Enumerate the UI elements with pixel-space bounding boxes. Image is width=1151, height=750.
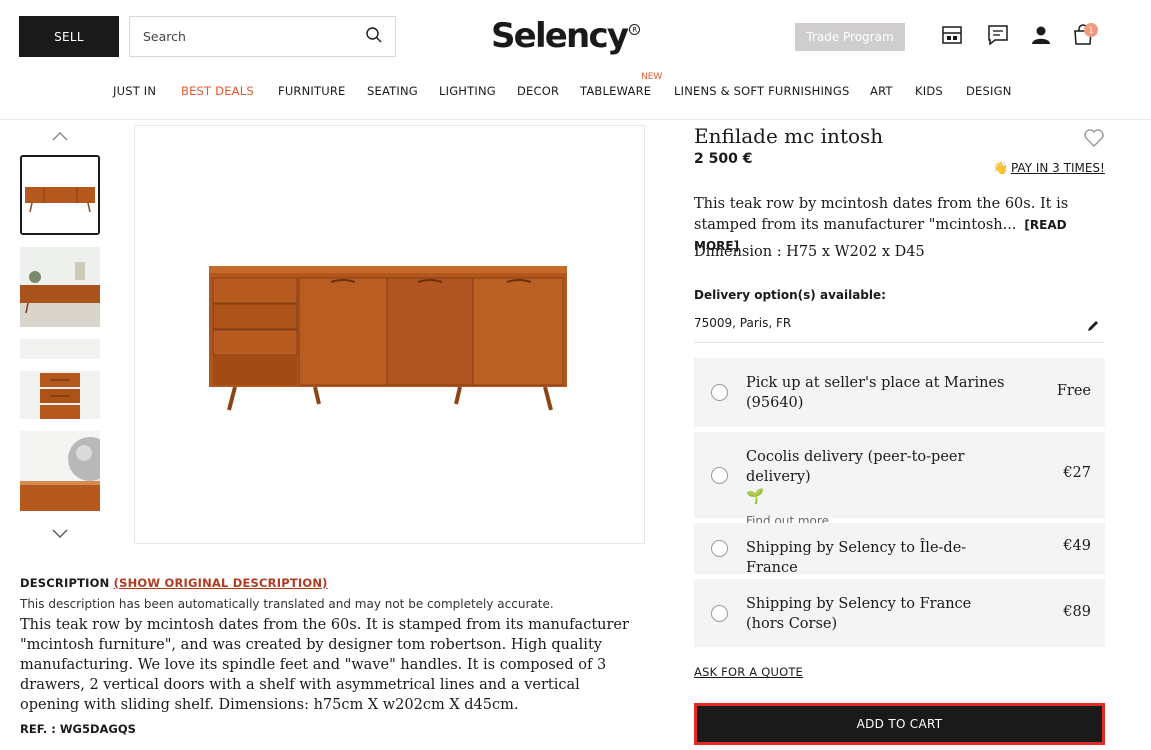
registered-icon: R	[629, 24, 641, 35]
search-icon[interactable]	[365, 26, 383, 48]
option-label: Pick up at seller's place at Marines (95…	[746, 375, 1005, 411]
option-label: Shipping by Selency to France (hors Cors…	[746, 596, 972, 632]
nav-kids[interactable]: KIDS	[915, 84, 943, 98]
pay-in-3-link[interactable]: 👋 PAY IN 3 TIMES!	[993, 161, 1105, 175]
delivery-option-idf[interactable]: Shipping by Selency to Île-de-France €49	[694, 523, 1105, 576]
radio-button[interactable]	[711, 384, 728, 401]
description-heading: DESCRIPTION (SHOW ORIGINAL DESCRIPTION)	[20, 576, 328, 590]
delivery-option-france[interactable]: Shipping by Selency to France (hors Cors…	[694, 579, 1105, 647]
option-label: Cocolis delivery (peer-to-peer delivery)	[746, 449, 965, 485]
search-bar	[129, 16, 396, 57]
nav-linens[interactable]: LINENS & SOFT FURNISHINGS	[674, 84, 849, 98]
nav-lighting[interactable]: LIGHTING	[439, 84, 496, 98]
gallery-down-arrow-icon[interactable]	[50, 526, 70, 540]
sell-button[interactable]: SELL	[19, 16, 119, 57]
delivery-title: Delivery option(s) available:	[694, 288, 886, 302]
logo[interactable]: Selency R	[491, 14, 641, 58]
main-nav: JUST IN BEST DEALS FURNITURE SEATING LIG…	[0, 84, 1151, 104]
option-cost: Free	[1056, 383, 1091, 399]
seedling-icon: 🌱	[746, 489, 765, 505]
option-cost: €49	[1063, 538, 1091, 554]
description-body: This teak row by mcintosh dates from the…	[20, 617, 629, 713]
ask-quote-link[interactable]: ASK FOR A QUOTE	[694, 665, 803, 679]
delivery-option-cocolis[interactable]: Cocolis delivery (peer-to-peer delivery)…	[694, 432, 1105, 528]
logo-text: Selency	[491, 16, 629, 56]
nav-just-in[interactable]: JUST IN	[113, 84, 156, 98]
nav-tableware[interactable]: TABLEWARE	[580, 84, 651, 98]
gallery-up-arrow-icon[interactable]	[50, 128, 70, 142]
summary-text: This teak row by mcintosh dates from the…	[694, 196, 1069, 233]
product-dimension: Dimension : H75 x W202 x D45	[694, 244, 925, 260]
option-label-group: Cocolis delivery (peer-to-peer delivery)…	[746, 447, 1016, 531]
nav-design[interactable]: DESIGN	[966, 84, 1012, 98]
description-title: DESCRIPTION	[20, 576, 110, 590]
product-reference: REF. : WG5DAGQS	[20, 722, 136, 736]
radio-button[interactable]	[711, 467, 728, 484]
translation-note: This description has been automatically …	[20, 597, 554, 611]
gallery-thumbnail[interactable]	[20, 339, 100, 419]
pay-in-3-label: PAY IN 3 TIMES!	[1010, 161, 1105, 175]
gallery-thumbnail[interactable]	[20, 155, 100, 235]
add-to-cart-button[interactable]: ADD TO CART	[694, 703, 1105, 745]
gallery-thumbnail[interactable]	[20, 431, 100, 511]
trade-program-button[interactable]: Trade Program	[795, 23, 905, 51]
product-title: Enfilade mc intosh	[694, 124, 884, 148]
new-badge: NEW	[641, 72, 663, 82]
radio-button[interactable]	[711, 605, 728, 622]
location-divider	[694, 342, 1105, 343]
product-main-image[interactable]	[134, 125, 645, 544]
account-icon[interactable]	[1028, 22, 1054, 48]
radio-button[interactable]	[711, 540, 728, 557]
nav-art[interactable]: ART	[870, 84, 893, 98]
heart-icon[interactable]	[1083, 128, 1105, 148]
cart-count-badge: 1	[1084, 23, 1098, 37]
search-input[interactable]	[143, 29, 365, 44]
option-label: Shipping by Selency to Île-de-France	[746, 540, 967, 576]
nav-seating[interactable]: SEATING	[367, 84, 418, 98]
nav-decor[interactable]: DECOR	[517, 84, 559, 98]
edit-pencil-icon[interactable]	[1086, 318, 1100, 332]
show-original-link[interactable]: (SHOW ORIGINAL DESCRIPTION)	[114, 576, 328, 590]
nav-best-deals[interactable]: BEST DEALS	[181, 84, 254, 98]
nav-furniture[interactable]: FURNITURE	[278, 84, 346, 98]
option-cost: €27	[1063, 465, 1091, 481]
listing-icon[interactable]	[939, 22, 965, 48]
messages-icon[interactable]	[985, 22, 1011, 48]
gallery-thumbnail[interactable]	[20, 247, 100, 327]
option-cost: €89	[1063, 604, 1091, 620]
wave-hand-icon: 👋	[993, 161, 1008, 175]
delivery-location: 75009, Paris, FR	[694, 316, 792, 330]
nav-divider	[0, 119, 1151, 120]
product-price: 2 500 €	[694, 151, 753, 167]
delivery-option-pickup[interactable]: Pick up at seller's place at Marines (95…	[694, 358, 1105, 427]
